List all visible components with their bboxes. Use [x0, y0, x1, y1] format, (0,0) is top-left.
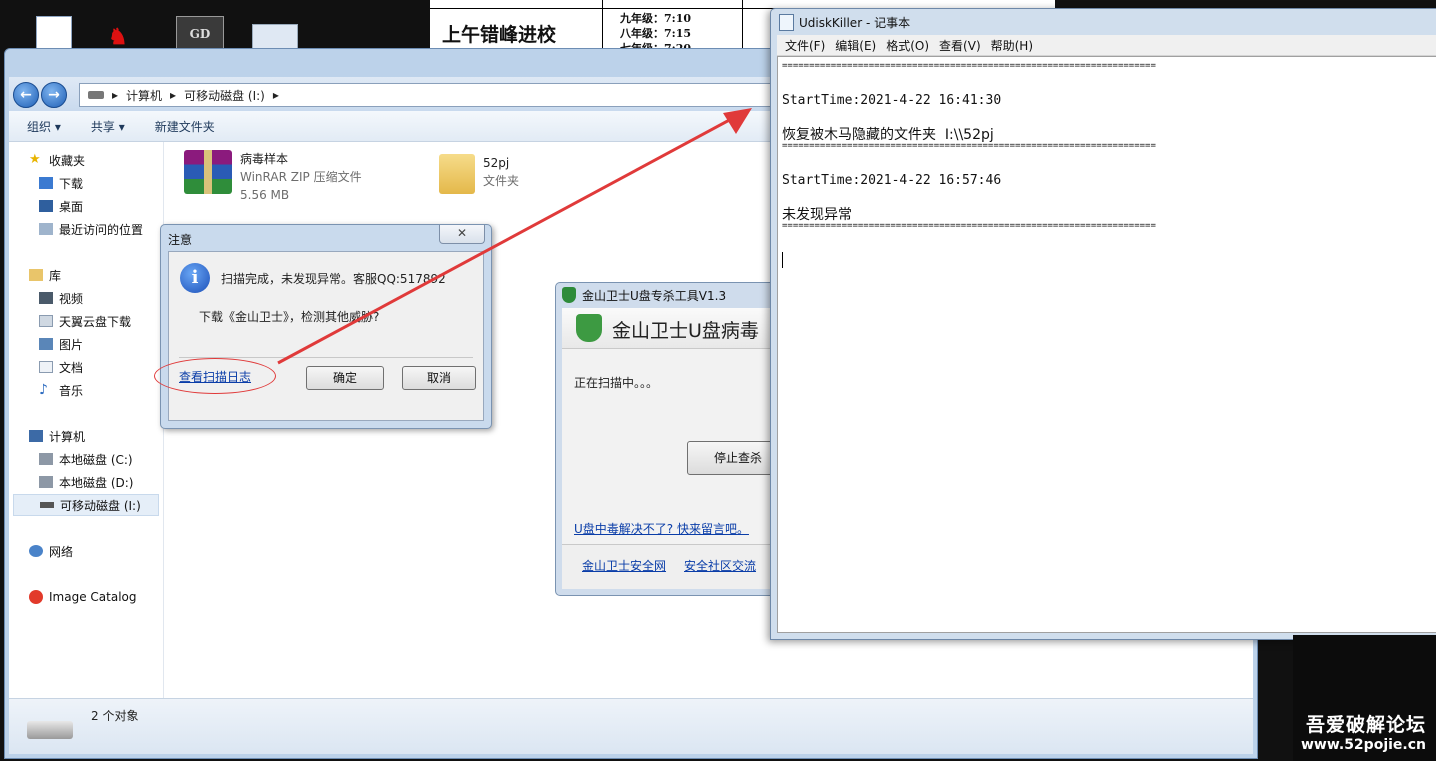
site-watermark: 吾爱破解论坛 www.52pojie.cn	[1301, 710, 1426, 753]
log-line: StartTime:2021-4-22 16:57:46	[782, 173, 1002, 188]
notepad-window: UdiskKiller - 记事本 文件(F) 编辑(E) 格式(O) 查看(V…	[770, 8, 1436, 640]
log-line: ========================================…	[782, 221, 1156, 231]
menu-file[interactable]: 文件(F)	[785, 37, 825, 54]
notepad-menubar: 文件(F) 编辑(E) 格式(O) 查看(V) 帮助(H)	[777, 35, 1436, 56]
menu-view[interactable]: 查看(V)	[939, 37, 981, 54]
text-caret	[782, 252, 783, 268]
notepad-title: UdiskKiller - 记事本	[799, 16, 911, 30]
log-line: ========================================…	[782, 141, 1156, 151]
notepad-text-area[interactable]: ========================================…	[777, 56, 1436, 633]
watermark-line1: 吾爱破解论坛	[1305, 714, 1426, 736]
watermark-line2: www.52pojie.cn	[1300, 737, 1426, 753]
menu-format[interactable]: 格式(O)	[886, 37, 929, 54]
log-line: ========================================…	[782, 61, 1156, 71]
log-line: StartTime:2021-4-22 16:41:30	[782, 93, 1002, 108]
notepad-icon	[779, 14, 794, 31]
menu-help[interactable]: 帮助(H)	[991, 37, 1033, 54]
menu-edit[interactable]: 编辑(E)	[835, 37, 876, 54]
